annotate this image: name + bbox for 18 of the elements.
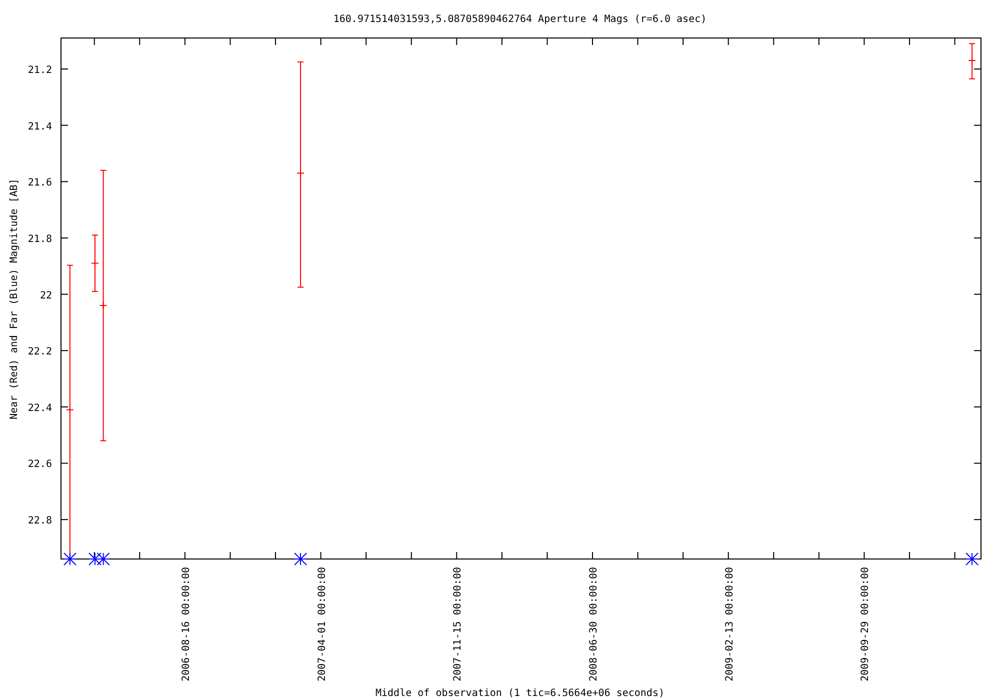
x-tick-label: 2008-06-30 00:00:00 [588,567,600,682]
x-axis-label: Middle of observation (1 tic=6.5664e+06 seconds) [376,688,664,699]
y-tick-label: 22.6 [28,459,52,470]
y-tick-label: 22.8 [28,516,52,527]
y-tick-label: 21.4 [28,121,52,132]
y-tick-label: 22.2 [28,346,52,358]
y-tick-label: 21.2 [28,64,52,76]
y-tick-label: 21.8 [28,234,52,245]
x-tick-label: 2007-04-01 00:00:00 [316,567,328,682]
y-axis-label: Near (Red) and Far (Blue) Magnitude [AB] [9,178,20,420]
y-tick-label: 22 [40,290,52,302]
x-tick-label: 2006-08-16 00:00:00 [180,567,192,682]
y-tick-label: 22.4 [28,402,52,414]
x-tick-label: 2007-11-15 00:00:00 [452,567,464,682]
chart-title: 160.971514031593,5.08705890462764 Aperture 4 Mags (r=6.0 asec) [333,14,707,25]
x-tick-label: 2009-02-13 00:00:00 [724,567,736,682]
y-tick-label: 21.6 [28,178,52,189]
x-tick-label: 2009-09-29 00:00:00 [860,567,872,682]
